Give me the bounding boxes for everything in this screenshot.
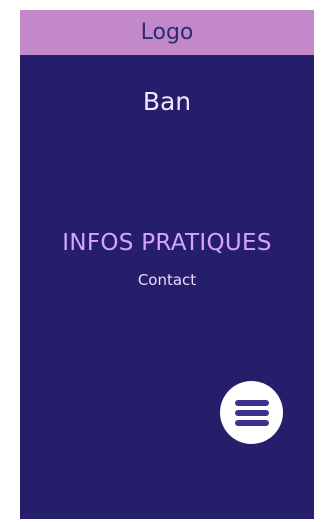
- infos-pratiques-title: INFOS PRATIQUES: [62, 230, 272, 256]
- menu-button[interactable]: [220, 381, 283, 444]
- logo[interactable]: Logo: [141, 21, 194, 44]
- contact-link[interactable]: Contact: [20, 273, 314, 288]
- menu-icon-line: [234, 419, 269, 426]
- logo-bar: Logo: [20, 10, 314, 55]
- banner-text: Ban: [142, 87, 192, 116]
- hamburger-menu-icon: [234, 399, 269, 426]
- app-screen: Logo Ban INFOS PRATIQUES Contact: [20, 10, 314, 519]
- menu-icon-line: [234, 399, 269, 406]
- menu-icon-line: [234, 409, 269, 416]
